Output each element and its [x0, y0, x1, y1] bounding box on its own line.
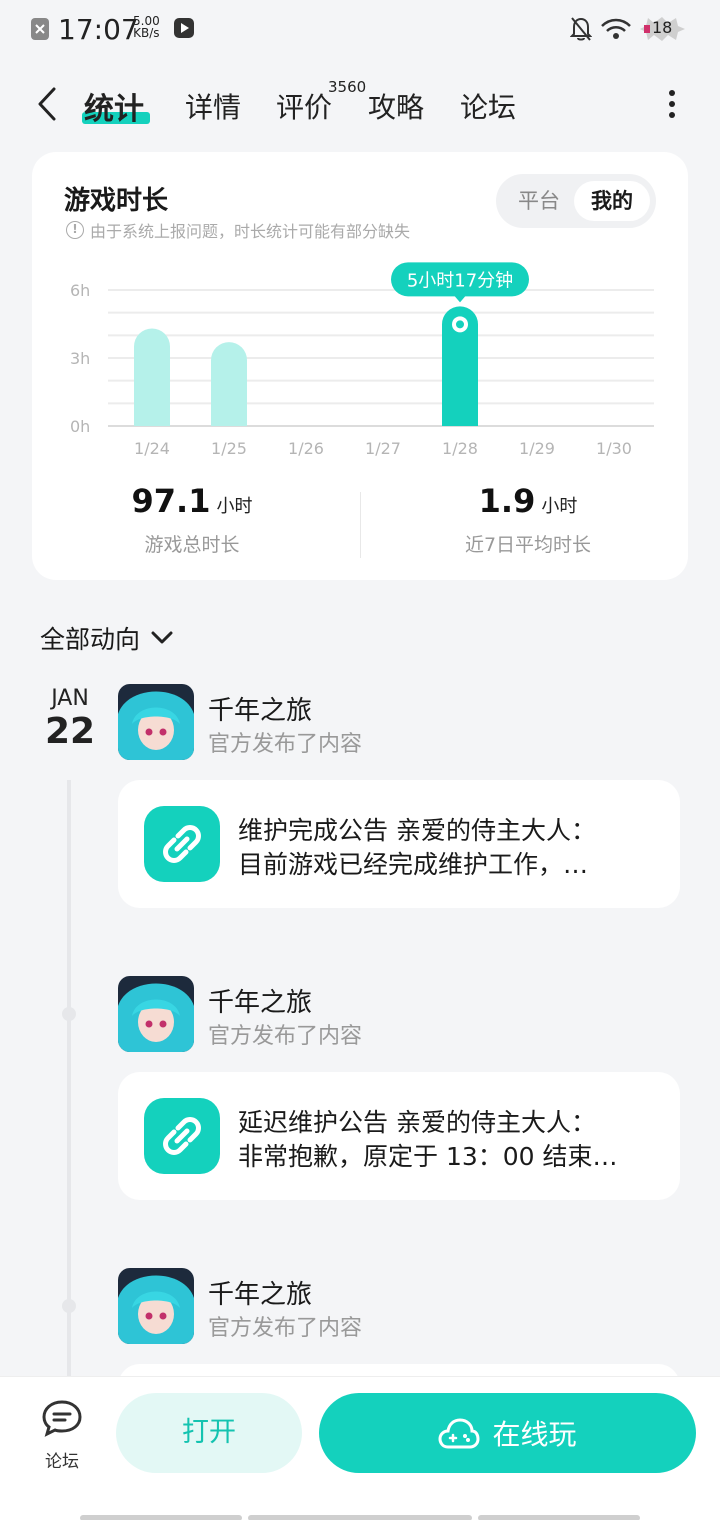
play-box-icon	[174, 18, 194, 38]
review-count-badge: 3560	[328, 78, 367, 96]
post-line-2: 非常抱歉，原定于 13：00 结束…	[238, 1142, 618, 1171]
link-icon	[144, 1098, 220, 1174]
timeline-line	[67, 780, 71, 1380]
stat-avg-label: 近7日平均时长	[464, 534, 592, 556]
nav-handle	[80, 1515, 242, 1520]
x-tick-label: 1/26	[288, 439, 324, 458]
game-avatar	[118, 976, 194, 1052]
bottom-action-bar: 论坛 打开 在线玩	[0, 1376, 720, 1520]
post-line-2: 目前游戏已经完成维护工作，…	[238, 850, 589, 879]
status-time: 17:07	[58, 13, 139, 46]
post-card[interactable]: 延迟维护公告 亲爱的侍主大人： 非常抱歉，原定于 13：00 结束…	[118, 1072, 680, 1200]
post-line-1: 维护完成公告 亲爱的侍主大人：	[238, 816, 596, 845]
tab-stats[interactable]: 统计	[84, 84, 144, 128]
close-box-icon	[31, 18, 49, 40]
wifi-icon	[601, 18, 631, 39]
stat-divider	[360, 492, 361, 558]
stat-total-label: 游戏总时长	[144, 534, 240, 556]
cloud-gamepad-icon	[438, 1418, 480, 1449]
more-vertical-icon[interactable]	[664, 88, 680, 120]
chart-bar	[211, 342, 247, 426]
net-speed: 5.00 KB/s	[133, 14, 160, 40]
timeline-dot	[62, 1007, 76, 1021]
bell-off-icon	[570, 17, 592, 41]
tab-reviews[interactable]: 评价	[276, 86, 332, 126]
forum-label: 论坛	[45, 1452, 79, 1472]
play-online-label: 在线玩	[492, 1418, 577, 1451]
stat-total-value: 97.1	[131, 482, 211, 520]
tooltip-label: 5小时17分钟	[407, 270, 513, 291]
post-author: 千年之旅	[208, 988, 313, 1018]
activity-filter[interactable]: 全部动向	[40, 620, 174, 656]
status-bar: 17:07 5.00 KB/s 18	[0, 0, 720, 58]
x-tick-label: 1/30	[596, 439, 632, 458]
stat-avg-value: 1.9	[478, 482, 536, 520]
feed-day: 22	[44, 711, 96, 752]
stat-total: 97.1 小时 游戏总时长	[32, 482, 352, 557]
open-button[interactable]: 打开	[116, 1393, 302, 1473]
y-tick-label: 6h	[70, 281, 90, 300]
y-tick-label: 0h	[70, 417, 90, 436]
play-online-button[interactable]: 在线玩	[319, 1393, 696, 1473]
link-icon	[144, 806, 220, 882]
playtime-chart: 6h 3h 0h 1/24 1/25 1/26 1/27 5小时17分钟 1/28 1/29 1/3…	[70, 262, 654, 458]
stat-weekly-avg: 1.9 小时 近7日平均时长	[368, 482, 688, 557]
post-header[interactable]: 千年之旅 官方发布了内容	[118, 1268, 678, 1346]
post-excerpt: 延迟维护公告 亲爱的侍主大人： 非常抱歉，原定于 13：00 结束…	[238, 1106, 638, 1174]
post-card[interactable]: 维护完成公告 亲爱的侍主大人： 目前游戏已经完成维护工作，…	[118, 780, 680, 908]
tooltip-pointer	[454, 295, 466, 303]
timeline-dot	[62, 1299, 76, 1313]
chevron-left-icon[interactable]	[34, 86, 60, 122]
battery-icon: 18	[640, 16, 686, 42]
chevron-down-icon	[151, 631, 173, 644]
post-line-1: 延迟维护公告 亲爱的侍主大人：	[238, 1108, 596, 1137]
stat-total-unit: 小时	[216, 496, 253, 517]
post-author: 千年之旅	[208, 1280, 313, 1310]
x-tick-label: 1/29	[519, 439, 555, 458]
tab-details[interactable]: 详情	[185, 86, 241, 126]
tab-forum[interactable]: 论坛	[460, 86, 516, 126]
stat-avg-unit: 小时	[541, 496, 578, 517]
y-tick-label: 3h	[70, 349, 90, 368]
forum-icon	[42, 1400, 82, 1437]
x-tick-label: 1/25	[211, 439, 247, 458]
nav-handle	[478, 1515, 640, 1520]
feed-date: JAN 22	[40, 686, 100, 752]
feed-month: JAN	[51, 686, 89, 711]
post-subtitle: 官方发布了内容	[208, 1316, 363, 1341]
forum-button[interactable]: 论坛	[36, 1399, 88, 1472]
x-tick-label: 1/27	[365, 439, 401, 458]
nav-handle	[248, 1515, 472, 1520]
bar-marker-dot	[456, 320, 464, 329]
post-subtitle: 官方发布了内容	[208, 1024, 363, 1049]
x-tick-label: 1/28	[442, 439, 478, 458]
playtime-card: 游戏时长 ! 由于系统上报问题，时长统计可能有部分缺失 平台 我的 6h 3h 0h…	[32, 152, 688, 580]
filter-label: 全部动向	[40, 625, 141, 654]
chart-bar	[134, 328, 170, 426]
game-avatar	[118, 1268, 194, 1344]
post-subtitle: 官方发布了内容	[208, 732, 363, 757]
post-header[interactable]: 千年之旅 官方发布了内容	[118, 976, 678, 1054]
tab-guides[interactable]: 攻略	[368, 86, 424, 126]
game-avatar	[118, 684, 194, 760]
post-header[interactable]: 千年之旅 官方发布了内容	[118, 684, 678, 762]
battery-level: 18	[652, 18, 673, 37]
post-excerpt: 维护完成公告 亲爱的侍主大人： 目前游戏已经完成维护工作，…	[238, 814, 638, 882]
post-author: 千年之旅	[208, 696, 313, 726]
x-tick-label: 1/24	[134, 439, 170, 458]
